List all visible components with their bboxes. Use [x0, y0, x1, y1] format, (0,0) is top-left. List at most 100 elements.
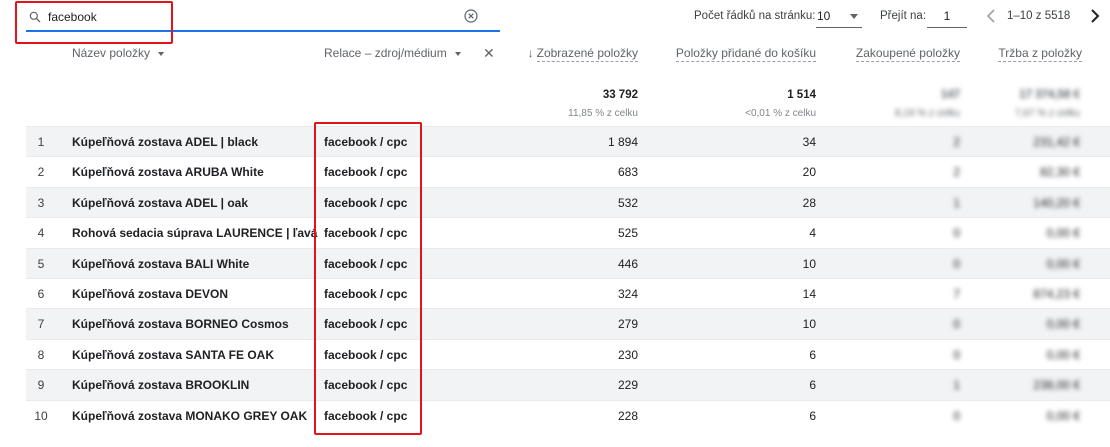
revenue-value: 0,00 €: [1046, 226, 1080, 241]
goto-page-input[interactable]: 1: [927, 4, 967, 28]
added-value: 34: [802, 135, 816, 149]
source-medium[interactable]: facebook / cpc: [324, 317, 407, 331]
revenue-value: 0,00 €: [1046, 408, 1080, 423]
viewed-value: 229: [617, 378, 638, 393]
revenue-value: 874,23 €: [1033, 286, 1080, 301]
viewed-value: 525: [617, 226, 638, 241]
viewed-value: 279: [617, 317, 638, 332]
revenue-value: 140,20 €: [1033, 195, 1080, 210]
revenue-value: 0,00 €: [1046, 347, 1080, 362]
search-field[interactable]: facebook: [26, 6, 500, 32]
dropdown-caret-icon: [850, 14, 858, 19]
sort-caret-icon: [158, 51, 165, 56]
revenue-value: 0,00 €: [1046, 317, 1080, 332]
viewed-value: 1 894: [607, 135, 638, 149]
item-name[interactable]: Kúpeľňová zostava MONAKO GREY OAK: [72, 409, 307, 423]
revenue-value: 82,30 €: [1039, 165, 1080, 180]
purchased-value: 0: [953, 317, 960, 332]
viewed-value: 532: [617, 195, 638, 210]
column-header-added[interactable]: Položky přidané do košíku: [656, 46, 816, 76]
item-name[interactable]: Kúpeľňová zostava BROOKLIN: [72, 378, 249, 392]
remove-dimension-icon[interactable]: ✕: [483, 45, 495, 62]
added-value: 10: [802, 256, 816, 271]
column-header-revenue[interactable]: Tržba z položky: [976, 46, 1082, 76]
source-medium[interactable]: facebook / cpc: [324, 135, 407, 149]
revenue-value: 231,42 €: [1033, 135, 1080, 149]
source-medium[interactable]: facebook / cpc: [324, 226, 407, 240]
search-input[interactable]: facebook: [48, 10, 97, 24]
item-name[interactable]: Kúpeľňová zostava BORNEO Cosmos: [72, 317, 289, 331]
total-added-share: <0,01 % z celku: [745, 108, 816, 119]
item-name[interactable]: Kúpeľňová zostava ARUBA White: [72, 165, 264, 179]
purchased-value: 0: [953, 226, 960, 241]
column-header-dimension[interactable]: Relace – zdroj/médium: [324, 46, 461, 76]
viewed-value: 324: [617, 286, 638, 301]
source-medium[interactable]: facebook / cpc: [324, 257, 407, 271]
item-name[interactable]: Kúpeľňová zostava SANTA FE OAK: [72, 348, 274, 362]
added-value: 6: [809, 347, 816, 362]
row-index: 7: [37, 317, 45, 332]
viewed-value: 446: [617, 256, 638, 271]
purchased-value: 0: [953, 408, 960, 423]
table-row[interactable]: 6 Kúpeľňová zostava DEVON facebook / cpc…: [26, 277, 1110, 308]
table-row[interactable]: 2 Kúpeľňová zostava ARUBA White facebook…: [26, 156, 1110, 186]
item-name[interactable]: Kúpeľňová zostava ADEL | black: [72, 135, 258, 149]
clear-search-icon[interactable]: [463, 8, 479, 24]
total-viewed: 33 792: [602, 89, 638, 101]
source-medium[interactable]: facebook / cpc: [324, 196, 407, 210]
total-revenue: 17 374,58 €: [1019, 89, 1080, 101]
purchased-value: 1: [953, 195, 960, 210]
item-name[interactable]: Kúpeľňová zostava ADEL | oak: [72, 196, 248, 210]
table-row[interactable]: 8 Kúpeľňová zostava SANTA FE OAK faceboo…: [26, 338, 1110, 369]
table-row[interactable]: 4 Rohová sedacia súprava LAURENCE | ľavá…: [26, 217, 1110, 247]
table-row[interactable]: 3 Kúpeľňová zostava ADEL | oak facebook …: [26, 186, 1110, 218]
data-table: 1 Kúpeľňová zostava ADEL | black faceboo…: [26, 126, 1110, 430]
next-page-icon[interactable]: [1089, 8, 1101, 24]
item-name[interactable]: Kúpeľňová zostava BALI White: [72, 257, 249, 271]
row-index: 2: [37, 165, 45, 180]
table-row[interactable]: 7 Kúpeľňová zostava BORNEO Cosmos facebo…: [26, 308, 1110, 339]
page-range: 1–10 z 5518: [1007, 10, 1071, 22]
added-value: 4: [809, 226, 816, 241]
row-index: 9: [37, 378, 45, 393]
previous-page-icon[interactable]: [985, 8, 997, 24]
source-medium[interactable]: facebook / cpc: [324, 165, 407, 179]
source-medium[interactable]: facebook / cpc: [324, 348, 407, 362]
row-index: 4: [37, 226, 45, 241]
row-index: 5: [37, 256, 45, 271]
purchased-value: 0: [953, 347, 960, 362]
table-row[interactable]: 9 Kúpeľňová zostava BROOKLIN facebook / …: [26, 369, 1110, 400]
source-medium[interactable]: facebook / cpc: [324, 409, 407, 423]
total-purchased-share: 8,19 % z celku: [894, 108, 960, 119]
rows-per-page-label: Počet řádků na stránku:: [694, 10, 816, 22]
added-value: 6: [809, 378, 816, 393]
added-value: 6: [809, 408, 816, 423]
row-index: 10: [34, 408, 48, 423]
purchased-value: 2: [953, 165, 960, 180]
sort-down-arrow-icon: ↓: [527, 46, 534, 60]
total-purchased: 147: [940, 89, 960, 101]
item-name[interactable]: Rohová sedacia súprava LAURENCE | ľavá: [72, 226, 317, 240]
total-viewed-share: 11,85 % z celku: [568, 108, 638, 119]
rows-per-page-select[interactable]: 10: [816, 4, 862, 28]
rows-per-page-value: 10: [817, 9, 831, 23]
column-header-viewed[interactable]: ↓ Zobrazené položky: [496, 46, 638, 76]
source-medium[interactable]: facebook / cpc: [324, 287, 407, 301]
total-added: 1 514: [787, 89, 816, 101]
viewed-value: 230: [617, 347, 638, 362]
table-row[interactable]: 1 Kúpeľňová zostava ADEL | black faceboo…: [26, 126, 1110, 157]
revenue-value: 238,00 €: [1033, 378, 1080, 393]
toolbar: facebook Počet řádků na stránku: 10 Přej…: [0, 0, 1110, 44]
column-header-purchased[interactable]: Zakoupené položky: [836, 46, 960, 76]
table-row[interactable]: 10 Kúpeľňová zostava MONAKO GREY OAK fac…: [26, 399, 1110, 430]
revenue-value: 0,00 €: [1046, 256, 1080, 271]
purchased-value: 2: [953, 135, 960, 149]
row-index: 3: [37, 195, 45, 210]
source-medium[interactable]: facebook / cpc: [324, 378, 407, 392]
total-revenue-share: 7,67 % z celku: [1014, 108, 1080, 119]
item-name[interactable]: Kúpeľňová zostava DEVON: [72, 287, 228, 301]
column-header-name[interactable]: Název položky: [72, 46, 165, 76]
table-row[interactable]: 5 Kúpeľňová zostava BALI White facebook …: [26, 247, 1110, 278]
purchased-value: 7: [953, 286, 960, 301]
row-index: 1: [37, 135, 45, 149]
